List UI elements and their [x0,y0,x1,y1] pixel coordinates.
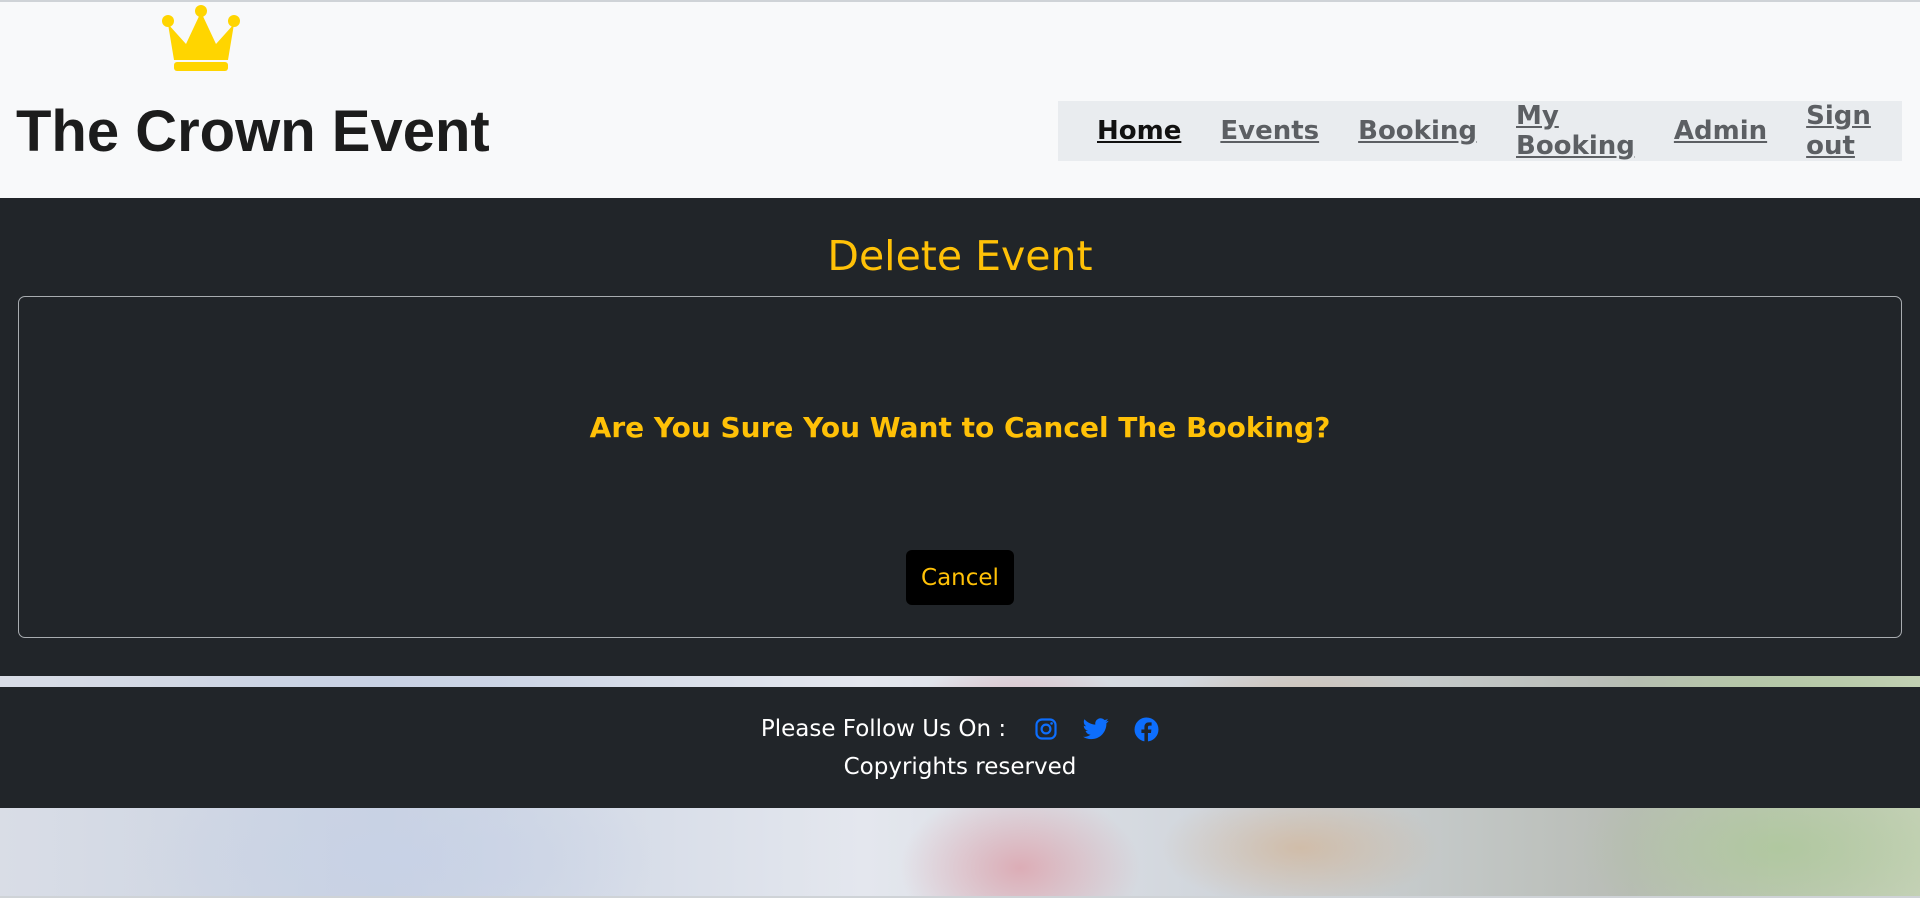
follow-text: Please Follow Us On : [760,716,1007,742]
copyright-text: Copyrights reserved [843,754,1077,780]
nav-sign-out[interactable]: Sign out [1806,101,1890,161]
main-nav: Home Events Booking My Booking Admin Sig… [1058,101,1902,161]
confirm-question: Are You Sure You Want to Cancel The Book… [589,411,1331,444]
nav-booking[interactable]: Booking [1358,116,1477,146]
nav-my-booking[interactable]: My Booking [1516,101,1635,161]
page-title: Delete Event [827,232,1093,280]
nav-events[interactable]: Events [1220,116,1319,146]
twitter-icon[interactable] [1083,718,1109,740]
nav-admin[interactable]: Admin [1674,116,1767,146]
instagram-icon[interactable] [1034,717,1058,741]
facebook-icon[interactable] [1134,717,1159,742]
background-photo [0,808,1920,896]
site-header: The Crown Event Home Events Booking My B… [0,4,1920,198]
cancel-button[interactable]: Cancel [906,550,1014,605]
crown-icon [162,5,240,71]
nav-home[interactable]: Home [1097,116,1181,146]
background-photo-strip [0,676,1920,687]
footer [0,687,1920,808]
brand-title[interactable]: The Crown Event [16,98,490,165]
follow-row: Please Follow Us On : [0,716,1920,742]
